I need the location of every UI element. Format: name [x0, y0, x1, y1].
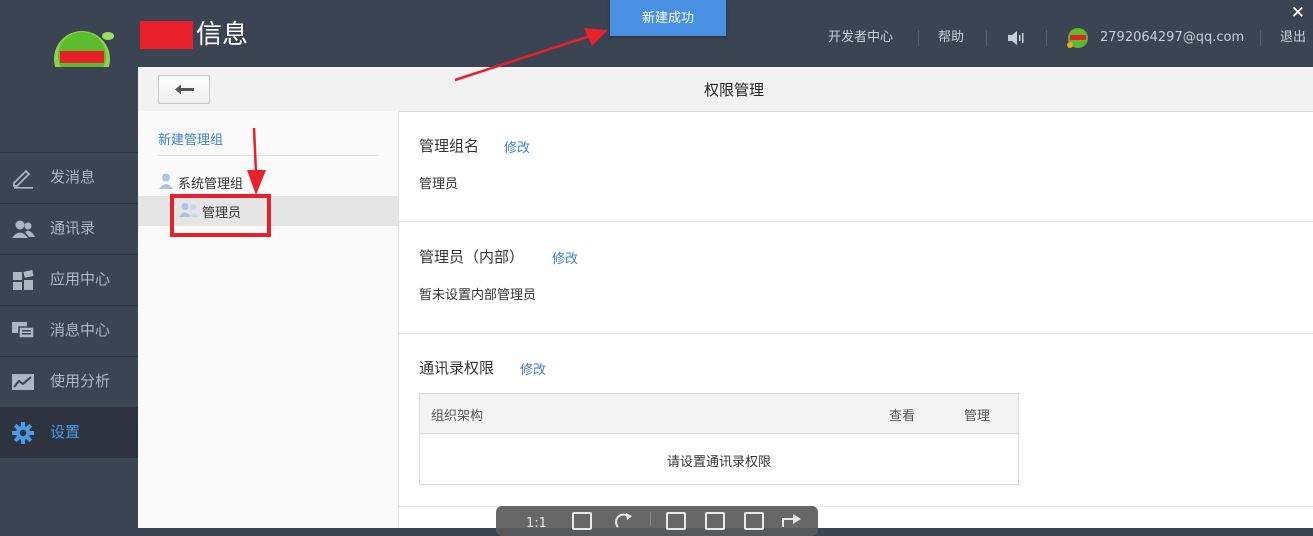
highlight-box: [170, 194, 271, 237]
annotation-arrows: [247, 28, 608, 195]
